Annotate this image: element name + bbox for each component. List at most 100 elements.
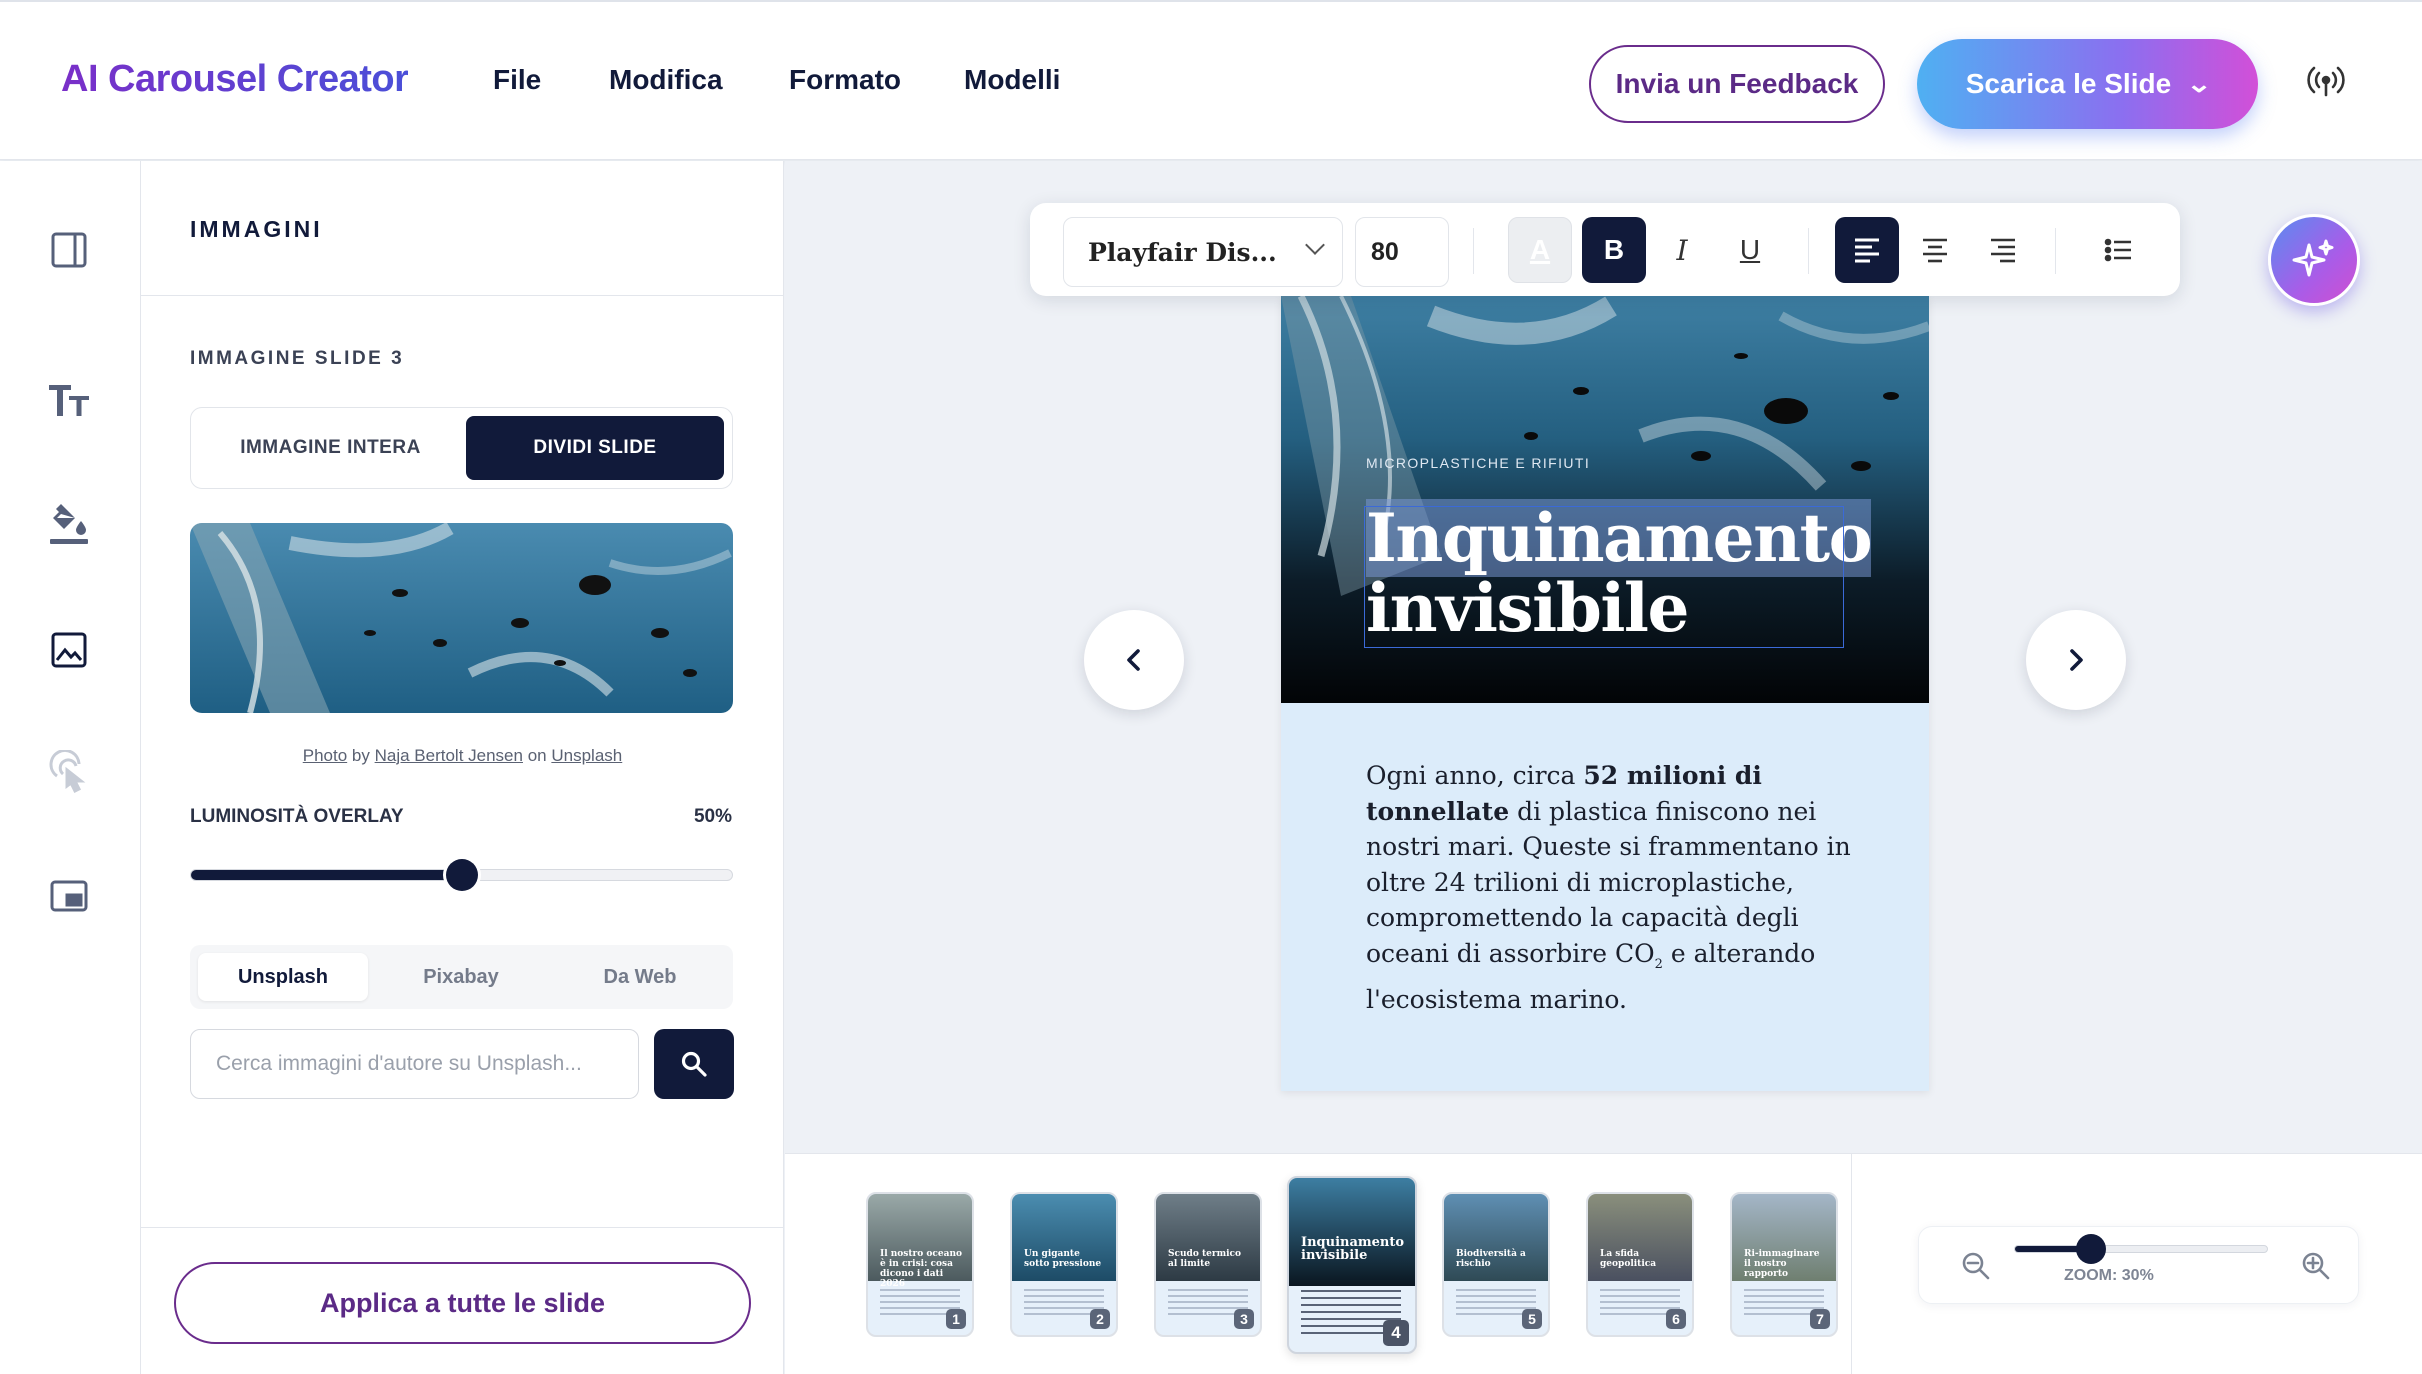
- credit-on: on: [527, 746, 547, 765]
- menu-modelli[interactable]: Modelli: [964, 64, 1060, 96]
- align-center-button[interactable]: [1903, 217, 1967, 283]
- toolbar-separator: [1473, 228, 1474, 274]
- overlay-brightness-label: LUMINOSITÀ OVERLAY: [190, 806, 404, 827]
- full-image-option[interactable]: IMMAGINE INTERA: [199, 416, 462, 480]
- image-preview[interactable]: [190, 523, 733, 713]
- menu-file[interactable]: File: [493, 64, 541, 96]
- bold-button[interactable]: B: [1582, 217, 1646, 283]
- zoom-control: ZOOM: 30%: [1918, 1226, 2359, 1304]
- tool-rail: [0, 161, 141, 1374]
- italic-button[interactable]: I: [1650, 217, 1714, 283]
- thumbnail-number: 4: [1383, 1320, 1409, 1346]
- split-slide-option[interactable]: DIVIDI SLIDE: [466, 416, 724, 480]
- slide-image-heading: IMMAGINE SLIDE 3: [190, 348, 405, 369]
- zoom-level-label: ZOOM: 30%: [2064, 1267, 2154, 1284]
- photo-credit: Photo by Naja Bertolt Jensen on Unsplash: [141, 746, 784, 766]
- panel-title: IMMAGINI: [190, 216, 323, 242]
- slide-image[interactable]: MICROPLASTICHE E RIFIUTI Inquinamento in…: [1281, 296, 1929, 703]
- body-text-part: Ogni anno, circa: [1366, 761, 1584, 790]
- slide-body-text[interactable]: Ogni anno, circa 52 milioni di tonnellat…: [1366, 758, 1866, 1018]
- ai-assist-button[interactable]: [2268, 214, 2360, 306]
- touch-icon[interactable]: [46, 749, 92, 795]
- align-center-icon: [1923, 238, 1947, 263]
- slide-thumbnail[interactable]: Inquinamento invisibile 4: [1287, 1176, 1417, 1354]
- divider: [141, 1227, 784, 1228]
- thumbnail-number: 5: [1522, 1309, 1542, 1329]
- download-slides-label: Scarica le Slide: [1965, 68, 2172, 99]
- chevron-left-icon: [1127, 649, 1140, 671]
- slide-thumbnail[interactable]: Il nostro oceano è in crisi: cosa dicono…: [866, 1192, 974, 1337]
- slide-thumbnail[interactable]: Un gigante sotto pressione 2: [1010, 1192, 1118, 1337]
- search-icon: [681, 1051, 707, 1077]
- overlay-brightness-value: 50%: [693, 806, 732, 827]
- image-icon[interactable]: [46, 627, 92, 673]
- slider-handle[interactable]: [445, 859, 478, 891]
- app-logo[interactable]: AI Carousel Creator: [61, 58, 409, 101]
- tab-from-web[interactable]: Da Web: [555, 953, 725, 1001]
- thumbnail-number: 2: [1090, 1309, 1110, 1329]
- thumbnail-title: La sfida geopolitica: [1600, 1249, 1657, 1269]
- slide-thumbnail[interactable]: Ri-immaginare il nostro rapporto 7: [1730, 1192, 1838, 1337]
- credit-by: by: [351, 746, 370, 765]
- text-color-button[interactable]: A: [1508, 217, 1572, 283]
- align-right-icon: [1991, 238, 2015, 263]
- feedback-button[interactable]: Invia un Feedback: [1589, 45, 1885, 123]
- thumbnail-title: Inquinamento invisibile: [1301, 1235, 1405, 1263]
- author-link[interactable]: Naja Bertolt Jensen: [375, 746, 523, 765]
- divider: [141, 295, 784, 296]
- paint-bucket-icon[interactable]: [46, 501, 92, 547]
- image-mode-toggle: IMMAGINE INTERA DIVIDI SLIDE: [190, 407, 733, 489]
- sparkles-icon: [2292, 239, 2334, 277]
- font-size-input[interactable]: 80: [1355, 217, 1449, 287]
- thumbnail-number: 7: [1810, 1309, 1830, 1329]
- broadcast-icon[interactable]: [2306, 62, 2346, 102]
- image-search-input[interactable]: [190, 1029, 639, 1099]
- thumbnail-title: Scudo termico al limite: [1168, 1249, 1242, 1269]
- font-family-value: Playfair Dis...: [1088, 237, 1277, 267]
- thumbnail-title: Biodiversità a rischio: [1456, 1249, 1526, 1269]
- chevron-right-icon: [2070, 649, 2083, 671]
- menu-modifica[interactable]: Modifica: [609, 64, 723, 96]
- layout-panel-icon[interactable]: [46, 227, 92, 273]
- apply-to-all-button[interactable]: Applica a tutte le slide: [174, 1262, 751, 1344]
- thumbnail-title: Il nostro oceano è in crisi: cosa dicono…: [880, 1249, 962, 1289]
- zoom-handle[interactable]: [2075, 1234, 2106, 1264]
- text-selection-box: [1364, 506, 1844, 648]
- text-color-icon: A: [1529, 234, 1551, 265]
- tab-unsplash[interactable]: Unsplash: [198, 953, 368, 1001]
- list-icon: [2104, 238, 2131, 262]
- zoom-out-icon[interactable]: [1961, 1251, 1991, 1281]
- bullet-list-button[interactable]: [2087, 217, 2151, 283]
- align-right-button[interactable]: [1971, 217, 2035, 283]
- thumbnail-number: 1: [946, 1309, 966, 1329]
- chevron-down-icon: [1305, 235, 1325, 255]
- previous-slide-button[interactable]: [1084, 610, 1184, 710]
- zoom-in-icon[interactable]: [2301, 1251, 2331, 1281]
- slide-thumbnail[interactable]: Biodiversità a rischio 5: [1442, 1192, 1550, 1337]
- menu-formato[interactable]: Formato: [789, 64, 901, 96]
- slide-kicker[interactable]: MICROPLASTICHE E RIFIUTI: [1366, 455, 1590, 471]
- download-slides-button[interactable]: Scarica le Slide ⌄: [1917, 39, 2258, 129]
- chevron-down-icon: ⌄: [2186, 70, 2213, 98]
- underline-button[interactable]: U: [1718, 217, 1782, 283]
- image-source-tabs: Unsplash Pixabay Da Web: [190, 945, 733, 1009]
- tab-pixabay[interactable]: Pixabay: [376, 953, 546, 1001]
- text-icon[interactable]: [46, 376, 92, 422]
- image-search-button[interactable]: [654, 1029, 734, 1099]
- overlay-brightness-slider[interactable]: [190, 859, 733, 891]
- next-slide-button[interactable]: [2026, 610, 2126, 710]
- slide-thumbnail[interactable]: La sfida geopolitica 6: [1586, 1192, 1694, 1337]
- unsplash-link[interactable]: Unsplash: [551, 746, 622, 765]
- photo-link[interactable]: Photo: [303, 746, 347, 765]
- thumbnail-image: [1289, 1178, 1415, 1286]
- zoom-slider[interactable]: [2014, 1234, 2268, 1264]
- current-slide[interactable]: MICROPLASTICHE E RIFIUTI Inquinamento in…: [1281, 296, 1929, 1091]
- align-left-button[interactable]: [1835, 217, 1899, 283]
- font-family-select[interactable]: Playfair Dis...: [1063, 217, 1343, 287]
- slide-thumbnail[interactable]: Scudo termico al limite 3: [1154, 1192, 1262, 1337]
- divider: [1851, 1153, 1852, 1374]
- slider-fill: [191, 870, 462, 880]
- toolbar-separator: [2055, 228, 2056, 274]
- subscript: 2: [1654, 956, 1663, 972]
- picture-in-picture-icon[interactable]: [46, 873, 92, 919]
